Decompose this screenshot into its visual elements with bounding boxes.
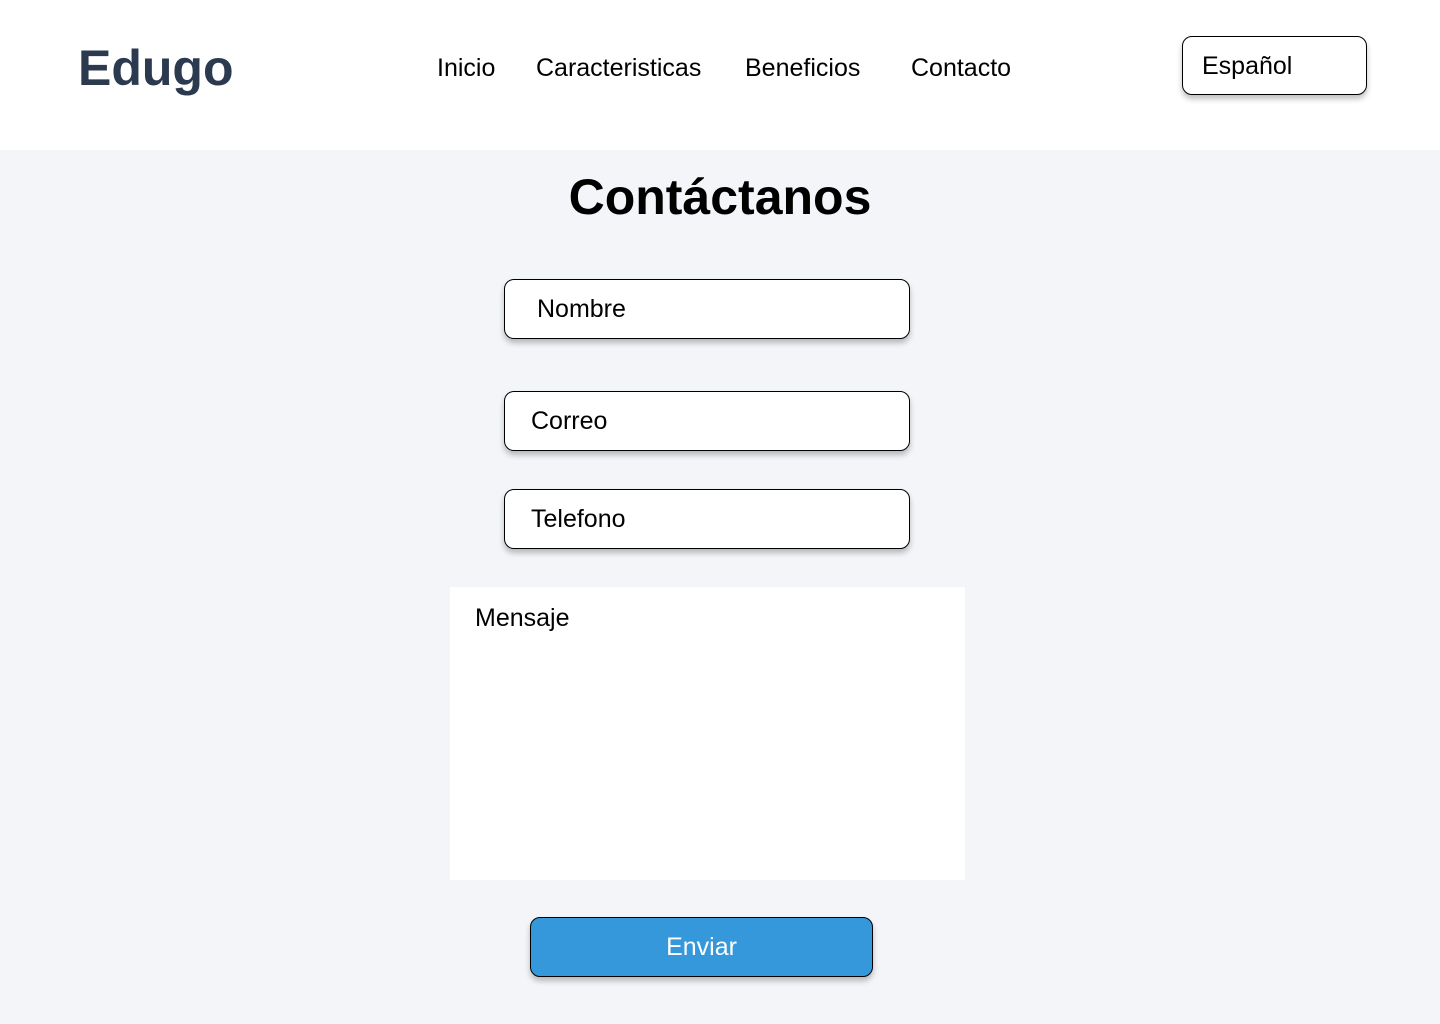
message-textarea[interactable]: Mensaje xyxy=(450,587,965,880)
page-title: Contáctanos xyxy=(568,169,872,225)
nav-link-inicio[interactable]: Inicio xyxy=(437,52,495,84)
nav-link-contacto[interactable]: Contacto xyxy=(911,52,1011,84)
language-select[interactable]: Español xyxy=(1182,36,1367,95)
nav-link-caracteristicas[interactable]: Caracteristicas xyxy=(536,52,701,84)
email-field[interactable]: Correo xyxy=(504,391,910,451)
logo[interactable]: Edugo xyxy=(78,38,234,98)
nav-link-beneficios[interactable]: Beneficios xyxy=(745,52,860,84)
name-field[interactable]: Nombre xyxy=(504,279,910,339)
phone-field[interactable]: Telefono xyxy=(504,489,910,549)
submit-button[interactable]: Enviar xyxy=(530,917,873,977)
site-header: Edugo Inicio Caracteristicas Beneficios … xyxy=(0,0,1440,150)
